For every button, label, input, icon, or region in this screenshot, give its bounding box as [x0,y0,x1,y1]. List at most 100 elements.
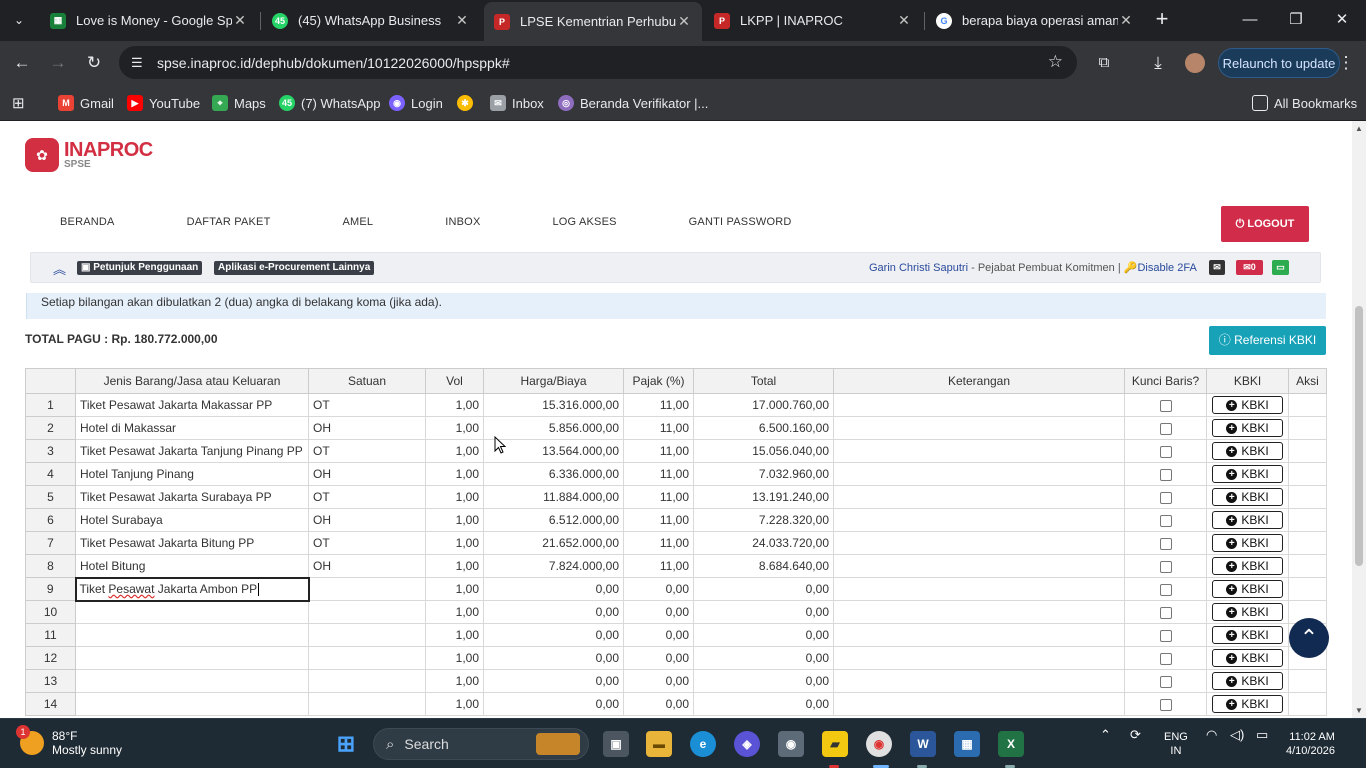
chrome-icon[interactable]: ◉ [866,731,892,757]
bookmark-gmail[interactable]: M Gmail [58,93,114,113]
close-tab-icon[interactable]: ✕ [232,12,248,29]
jenis-cell[interactable]: Tiket Pesawat Jakarta Makassar PP [75,393,309,417]
word-icon[interactable]: W [910,731,936,757]
keterangan-cell[interactable] [833,531,1125,555]
tab-google-search[interactable]: G berapa biaya operasi amand ✕ [926,0,1144,41]
tab-lpse-active[interactable]: P LPSE Kementrian Perhubung ✕ [484,2,702,41]
envelope-icon[interactable]: ✉ [1209,260,1225,275]
satuan-cell[interactable]: OH [308,554,426,578]
bookmark-login[interactable]: ◉ Login [389,93,443,113]
satuan-cell[interactable]: OT [308,393,426,417]
satuan-cell[interactable]: OT [308,439,426,463]
vol-cell[interactable]: 1,00 [425,439,484,463]
satuan-cell[interactable] [308,577,426,601]
tab-sheets[interactable]: ▦ Love is Money - Google Spre ✕ [40,0,258,41]
harga-cell[interactable]: 0,00 [483,623,624,647]
system-clock[interactable]: 11:02 AM 4/10/2026 [1286,730,1335,758]
pajak-cell[interactable]: 0,00 [623,669,694,693]
aksi-cell[interactable] [1288,531,1327,555]
jenis-cell[interactable]: Tiket Pesawat Jakarta Surabaya PP [75,485,309,509]
kbki-button[interactable]: + KBKI [1212,442,1283,460]
keterangan-cell[interactable] [833,485,1125,509]
nav-ganti-password[interactable]: GANTI PASSWORD [674,216,807,228]
kunci-baris-checkbox[interactable] [1159,468,1172,481]
harga-cell[interactable]: 0,00 [483,669,624,693]
pajak-cell[interactable]: 11,00 [623,439,694,463]
task-view-icon[interactable]: ▣ [603,731,629,757]
kunci-baris-checkbox[interactable] [1159,652,1172,665]
kunci-baris-checkbox[interactable] [1159,445,1172,458]
kbki-button[interactable]: + KBKI [1212,580,1283,598]
kbki-button[interactable]: + KBKI [1212,695,1283,713]
input-language[interactable]: ENG IN [1164,730,1188,758]
kunci-baris-checkbox[interactable] [1159,698,1172,711]
aksi-cell[interactable] [1288,393,1327,417]
vol-cell[interactable]: 1,00 [425,554,484,578]
aksi-cell[interactable] [1288,485,1327,509]
relaunch-to-update-button[interactable]: Relaunch to update [1218,48,1340,78]
pajak-cell[interactable]: 11,00 [623,485,694,509]
pajak-cell[interactable]: 11,00 [623,508,694,532]
jenis-cell-editing[interactable]: Tiket Pesawat Jakarta Ambon PP [74,576,310,602]
jenis-cell[interactable] [75,646,309,670]
copilot-icon[interactable]: ◈ [734,731,760,757]
sticky-notes-icon[interactable]: ▰ [822,731,848,757]
scroll-to-top-button[interactable]: ⌃ [1289,618,1329,658]
jenis-cell[interactable]: Hotel Bitung [75,554,309,578]
tab-search-chevron-icon[interactable]: ⌄ [8,9,30,31]
pajak-cell[interactable]: 0,00 [623,692,694,716]
close-tab-icon[interactable]: ✕ [454,12,470,29]
scroll-down-arrow-icon[interactable]: ▼ [1355,706,1363,715]
new-tab-plus-icon[interactable]: + [1150,8,1174,32]
harga-cell[interactable]: 0,00 [483,692,624,716]
harga-cell[interactable]: 15.316.000,00 [483,393,624,417]
collapse-chevrons-up-icon[interactable]: ︽ [53,259,66,278]
kbki-button[interactable]: + KBKI [1212,557,1283,575]
vol-cell[interactable]: 1,00 [425,692,484,716]
site-info-tune-icon[interactable]: ☰ [131,55,153,71]
vol-cell[interactable]: 1,00 [425,646,484,670]
keterangan-cell[interactable] [833,554,1125,578]
aksi-cell[interactable] [1288,416,1327,440]
harga-cell[interactable]: 6.336.000,00 [483,462,624,486]
keterangan-cell[interactable] [833,623,1125,647]
aksi-cell[interactable] [1288,554,1327,578]
jenis-cell[interactable] [75,600,309,624]
keterangan-cell[interactable] [833,692,1125,716]
jenis-cell[interactable] [75,669,309,693]
aplikasi-eproc-link[interactable]: Aplikasi e-Procurement Lainnya [214,261,375,275]
satuan-cell[interactable]: OT [308,531,426,555]
download-icon[interactable]: ⤓ [1146,51,1170,75]
satuan-cell[interactable] [308,646,426,670]
bookmark-inbox[interactable]: ✉ Inbox [490,93,544,113]
vol-cell[interactable]: 1,00 [425,669,484,693]
aksi-cell[interactable] [1288,462,1327,486]
nav-amel[interactable]: AMEL [327,216,388,228]
reload-icon[interactable]: ↻ [82,51,106,75]
extensions-puzzle-icon[interactable]: ⧉ [1092,51,1116,75]
kbki-button[interactable]: + KBKI [1212,649,1283,667]
keterangan-cell[interactable] [833,508,1125,532]
pajak-cell[interactable]: 0,00 [623,623,694,647]
kunci-baris-checkbox[interactable] [1159,422,1172,435]
pajak-cell[interactable]: 11,00 [623,393,694,417]
maximize-window-icon[interactable]: ❐ [1282,8,1310,32]
minimize-window-icon[interactable]: — [1236,8,1264,32]
keterangan-cell[interactable] [833,600,1125,624]
nav-inbox[interactable]: INBOX [430,216,495,228]
harga-cell[interactable]: 0,00 [483,577,624,601]
petunjuk-penggunaan-link[interactable]: ▣ Petunjuk Penggunaan [77,261,203,275]
bookmark-maps[interactable]: ⌖ Maps [212,93,266,113]
disable-2fa-link[interactable]: 🔑Disable 2FA [1124,262,1197,274]
vol-cell[interactable]: 1,00 [425,462,484,486]
kunci-baris-checkbox[interactable] [1159,583,1172,596]
back-arrow-icon[interactable]: ← [10,51,34,75]
pajak-cell[interactable]: 11,00 [623,416,694,440]
weather-widget[interactable]: 1 88°F Mostly sunny [16,725,122,757]
keterangan-cell[interactable] [833,669,1125,693]
pajak-cell[interactable]: 11,00 [623,554,694,578]
kbki-button[interactable]: + KBKI [1212,488,1283,506]
satuan-cell[interactable] [308,692,426,716]
vol-cell[interactable]: 1,00 [425,508,484,532]
nav-daftar-paket[interactable]: DAFTAR PAKET [172,216,286,228]
